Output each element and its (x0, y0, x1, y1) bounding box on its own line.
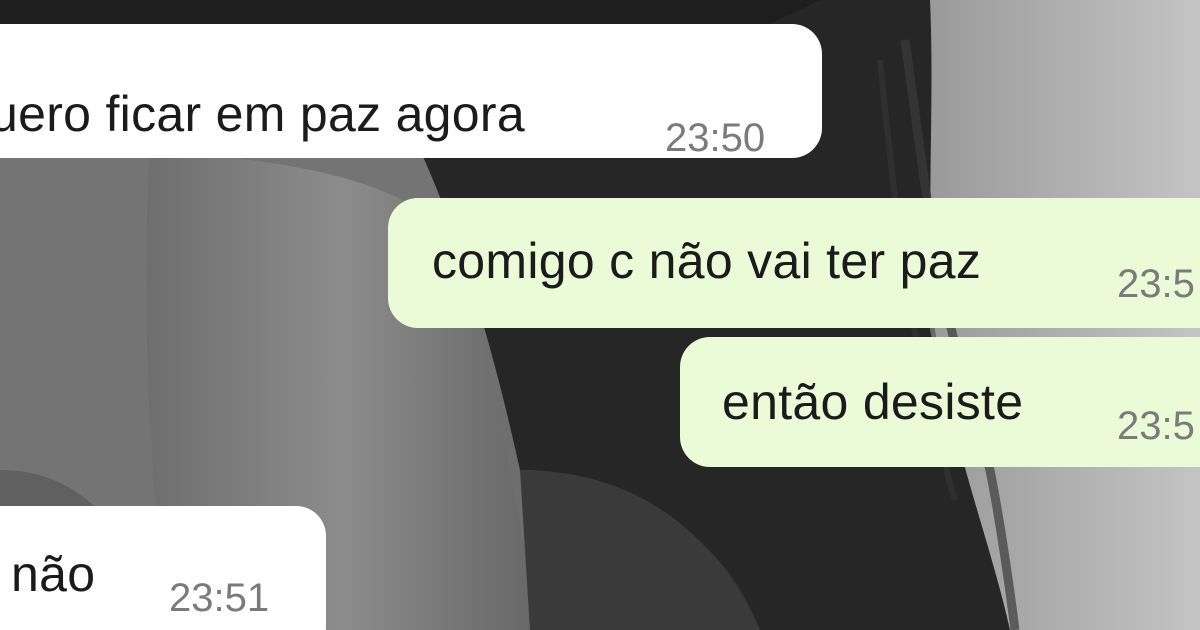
message-text: não (11, 546, 96, 602)
message-bubble-outgoing[interactable]: comigo c não vai ter paz 23:5 (388, 198, 1200, 328)
message-timestamp: 23:50 (665, 116, 766, 160)
message-timestamp: 23:5 (1117, 404, 1195, 448)
message-timestamp: 23:51 (169, 576, 270, 620)
message-bubble-incoming[interactable]: não 23:51 (0, 506, 326, 630)
message-bubble-incoming[interactable]: uero ficar em paz agora 23:50 (0, 24, 822, 160)
message-text: então desiste (722, 374, 1024, 430)
message-text: comigo c não vai ter paz (432, 233, 982, 289)
message-text: uero ficar em paz agora (0, 86, 525, 142)
message-timestamp: 23:5 (1117, 262, 1195, 306)
message-bubble-outgoing[interactable]: então desiste 23:5 (680, 337, 1200, 467)
